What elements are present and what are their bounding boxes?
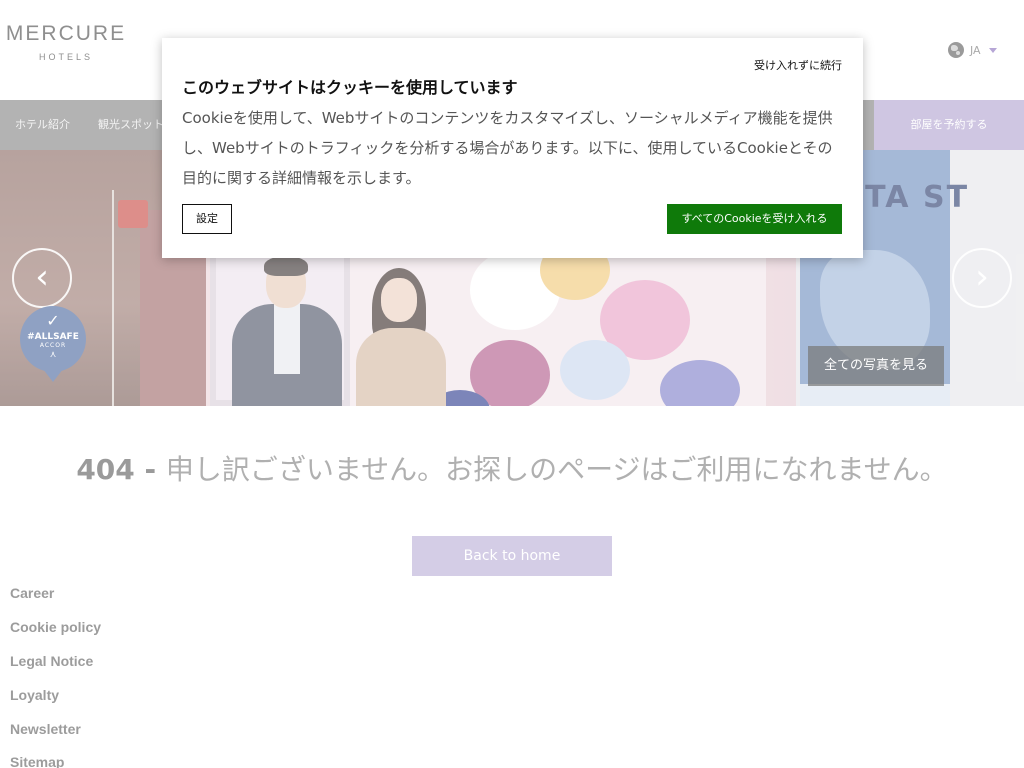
logo-sub-text: HOTELS: [38, 52, 93, 62]
accor-logo-icon: ⋏: [49, 350, 57, 360]
footer-link-sitemap[interactable]: Sitemap: [10, 753, 64, 768]
error-text: 申し訳ございません。お探しのページはご利用になれません。: [165, 453, 948, 486]
check-icon: ✓: [46, 311, 60, 330]
book-room-button[interactable]: 部屋を予約する: [874, 100, 1024, 150]
accept-all-cookies-button[interactable]: すべてのCookieを受け入れる: [667, 204, 842, 234]
cookie-settings-button[interactable]: 設定: [182, 204, 232, 234]
footer-link-career[interactable]: Career: [10, 584, 54, 602]
globe-icon: [948, 42, 964, 58]
logo-main-text: MERCURE: [5, 22, 127, 45]
footer-link-legal-notice[interactable]: Legal Notice: [10, 652, 93, 670]
chevron-left-icon: ‹: [35, 257, 49, 297]
view-all-photos-button[interactable]: 全ての写真を見る: [808, 346, 944, 386]
carousel-prev-button[interactable]: ‹: [12, 248, 72, 308]
error-message: 404 - 申し訳ございません。お探しのページはご利用になれません。: [0, 448, 1024, 492]
chevron-right-icon: ›: [975, 257, 989, 297]
chevron-down-icon: [988, 47, 997, 53]
language-selector[interactable]: JA: [948, 41, 997, 59]
mercure-logo[interactable]: MERCURE HOTELS: [0, 22, 132, 62]
carousel-next-button[interactable]: ›: [952, 248, 1012, 308]
error-code: 404 -: [76, 453, 166, 486]
continue-without-accepting-link[interactable]: 受け入れずに続行: [754, 57, 842, 73]
language-code: JA: [970, 43, 981, 57]
footer-link-cookie-policy[interactable]: Cookie policy: [10, 618, 101, 636]
accor-label: ACCOR: [39, 342, 67, 349]
footer-link-loyalty[interactable]: Loyalty: [10, 686, 59, 704]
cookie-consent-dialog: 受け入れずに続行 このウェブサイトはクッキーを使用しています Cookieを使用…: [162, 38, 863, 258]
nav-item-sightseeing[interactable]: 観光スポット: [98, 100, 164, 150]
back-to-home-button[interactable]: Back to home: [412, 536, 612, 576]
footer-link-newsletter[interactable]: Newsletter: [10, 720, 81, 738]
nav-item-hotel[interactable]: ホテル紹介: [15, 100, 70, 150]
allsafe-badge: ✓ #ALLSAFE ACCOR ⋏: [20, 306, 86, 372]
allsafe-label: #ALLSAFE: [27, 332, 79, 342]
cookie-dialog-title: このウェブサイトはクッキーを使用しています: [182, 78, 518, 97]
cookie-dialog-description: Cookieを使用して、Webサイトのコンテンツをカスタマイズし、ソーシャルメデ…: [182, 109, 833, 187]
